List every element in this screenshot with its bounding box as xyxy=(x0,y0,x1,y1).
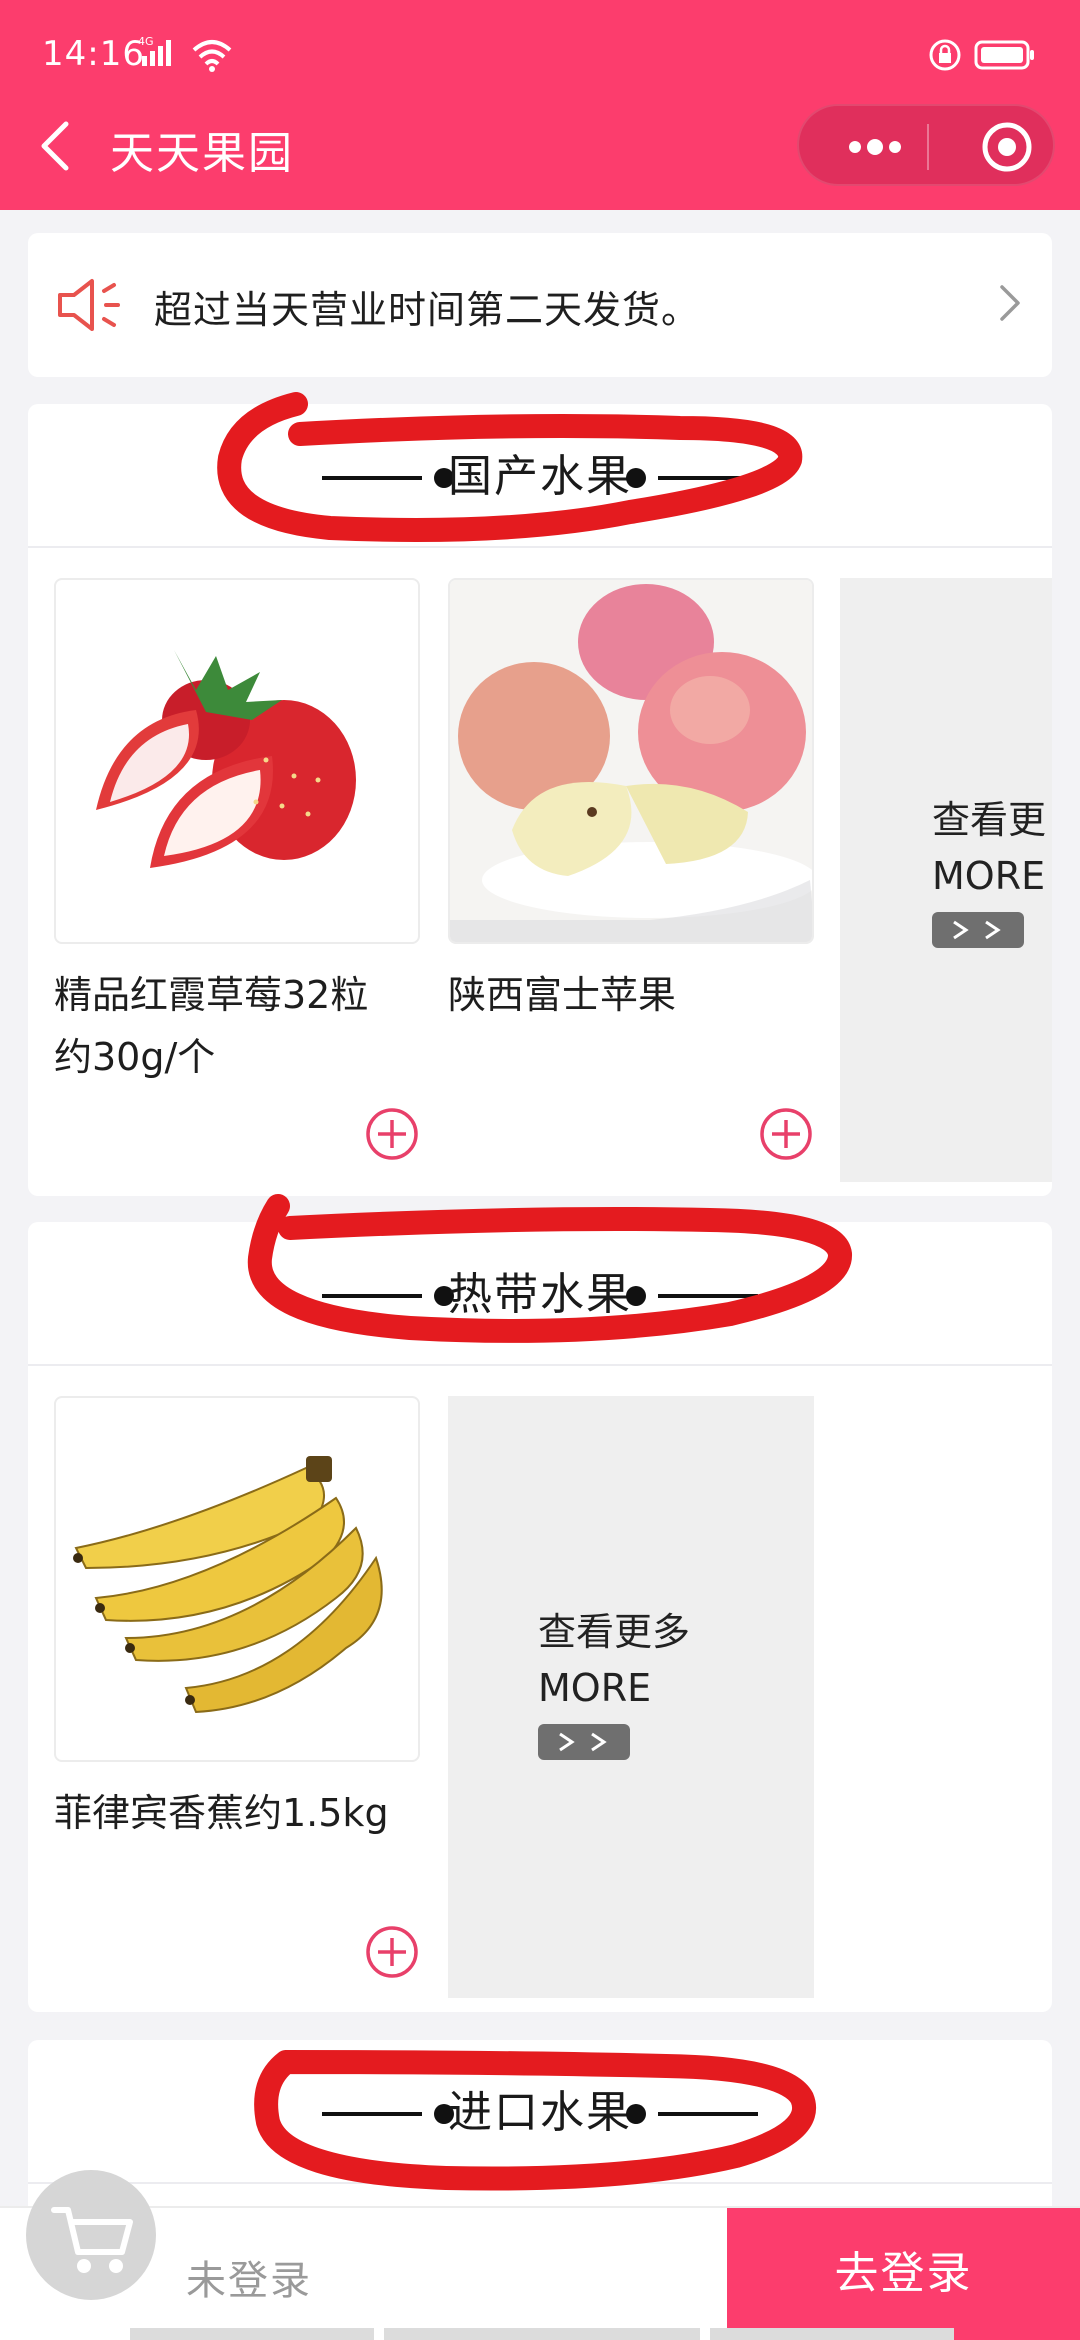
login-button[interactable]: 去登录 xyxy=(727,2208,1080,2340)
rotation-lock-icon xyxy=(928,38,962,76)
capsule-divider xyxy=(927,124,929,170)
section-domestic-fruit: 国产水果 精品红霞草莓32粒 约30g/个 陕西富士苹果 查看更 MORE xyxy=(28,404,1052,1196)
section-tropical-fruit: 热带水果 菲律宾香蕉约1.5kg 查看更多 MORE xyxy=(28,1222,1052,2012)
page-title: 天天果园 xyxy=(110,128,294,179)
product-image-banana[interactable] xyxy=(54,1396,420,1762)
product-name-line1: 精品红霞草莓32粒 xyxy=(54,973,369,1017)
title-line-right xyxy=(658,2112,758,2116)
top-bar: 14:16 4G 天天果园 xyxy=(0,0,1080,210)
status-time: 14:16 xyxy=(42,34,145,74)
back-button[interactable] xyxy=(32,118,80,174)
view-more-english-label: MORE xyxy=(538,1666,652,1710)
title-line-right xyxy=(658,1294,758,1298)
product-name-banana[interactable]: 菲律宾香蕉约1.5kg xyxy=(54,1782,434,1844)
battery-icon xyxy=(974,40,1036,74)
view-more-label: 查看更多 xyxy=(538,1610,691,1654)
notice-text: 超过当天营业时间第二天发货。 xyxy=(154,288,701,332)
view-more-card[interactable]: 查看更 MORE xyxy=(840,578,1052,1182)
more-dots-icon xyxy=(849,139,901,155)
add-to-cart-button[interactable] xyxy=(758,1106,814,1162)
shopping-cart-icon xyxy=(51,2207,133,2273)
cart-button[interactable] xyxy=(26,2170,156,2300)
wifi-icon xyxy=(190,38,234,76)
add-to-cart-button[interactable] xyxy=(364,1106,420,1162)
chevron-right-icon xyxy=(994,281,1024,329)
product-image-strawberry[interactable] xyxy=(54,578,420,944)
chevron-left-icon xyxy=(41,121,69,171)
plus-circle-icon xyxy=(366,1108,418,1160)
product-name-line1: 陕西富士苹果 xyxy=(448,973,677,1017)
product-name-apple[interactable]: 陕西富士苹果 xyxy=(448,964,828,1026)
title-dot-right xyxy=(626,468,646,488)
plus-circle-icon xyxy=(760,1108,812,1160)
miniprogram-capsule xyxy=(797,104,1055,186)
section-header[interactable]: 国产水果 xyxy=(28,404,1052,548)
title-line-right xyxy=(658,476,758,480)
banana-illustration xyxy=(73,1456,383,1714)
view-more-english-label: MORE xyxy=(932,854,1046,898)
more-options-button[interactable] xyxy=(833,106,913,188)
bottom-divider xyxy=(710,2328,954,2340)
title-dot-right xyxy=(626,1286,646,1306)
bottom-divider xyxy=(130,2328,374,2340)
view-more-card[interactable]: 查看更多 MORE xyxy=(448,1396,814,1998)
target-circle-icon xyxy=(982,122,1032,172)
product-image-apple[interactable] xyxy=(448,578,814,944)
view-more-label: 查看更 xyxy=(932,798,1047,842)
speaker-icon xyxy=(54,273,126,341)
double-chevron-icon xyxy=(932,912,1024,948)
product-name-line1: 菲律宾香蕉约1.5kg xyxy=(54,1791,389,1835)
title-dot-right xyxy=(626,2104,646,2124)
network-label: 4G xyxy=(138,35,154,48)
bottom-divider xyxy=(384,2328,700,2340)
add-to-cart-button[interactable] xyxy=(364,1924,420,1980)
product-name-strawberry[interactable]: 精品红霞草莓32粒 约30g/个 xyxy=(54,964,434,1088)
section-header[interactable]: 进口水果 xyxy=(28,2040,1052,2184)
login-status-text: 未登录 xyxy=(186,2258,312,2304)
strawberry-illustration xyxy=(96,650,356,868)
plus-circle-icon xyxy=(366,1926,418,1978)
product-name-line2: 约30g/个 xyxy=(54,1035,216,1079)
notice-bar[interactable]: 超过当天营业时间第二天发货。 xyxy=(28,233,1052,377)
apple-illustration xyxy=(450,580,812,942)
close-miniprogram-button[interactable] xyxy=(963,106,1043,188)
signal-icon: 4G xyxy=(138,34,184,72)
double-chevron-icon xyxy=(538,1724,630,1760)
section-header[interactable]: 热带水果 xyxy=(28,1222,1052,1366)
